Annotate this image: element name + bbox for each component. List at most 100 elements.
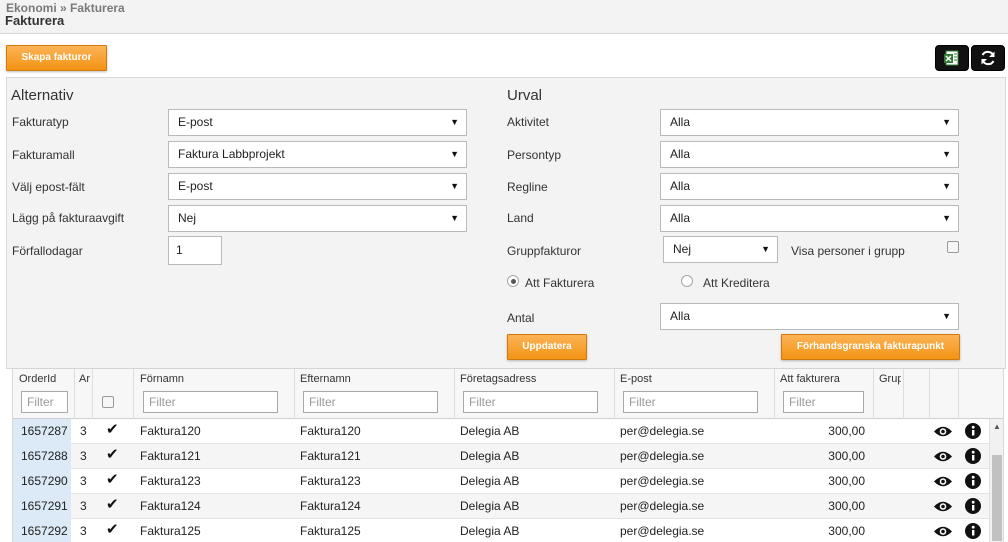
row-checked-icon[interactable]: ✔ — [106, 420, 119, 438]
gruppfakturor-value: Nej — [673, 242, 692, 256]
filter-foretagsadress[interactable]: Filter — [463, 391, 598, 413]
filter-att-fakturera[interactable]: Filter — [783, 391, 864, 413]
col-fornamn[interactable]: Förnamn — [140, 373, 184, 385]
land-select[interactable]: Alla ▼ — [660, 205, 959, 232]
col-grupp[interactable]: Grup — [879, 373, 901, 385]
fakturaavgift-select[interactable]: Nej ▼ — [168, 205, 467, 232]
cell-ar: 3 — [80, 424, 87, 438]
forfallodagar-label: Förfallodagar — [12, 244, 83, 258]
col-epost[interactable]: E-post — [620, 373, 652, 385]
col-divider — [958, 369, 959, 420]
export-excel-button[interactable] — [935, 45, 969, 71]
cell-fornamn: Faktura123 — [140, 474, 201, 488]
antal-select[interactable]: Alla ▼ — [660, 303, 959, 330]
epost-falt-value: E-post — [178, 179, 213, 193]
eye-icon[interactable] — [933, 425, 953, 438]
forfallodagar-input[interactable]: 1 — [168, 236, 222, 265]
select-all-checkbox[interactable] — [102, 396, 114, 408]
eye-icon[interactable] — [933, 475, 953, 488]
dropdown-arrow-icon: ▼ — [942, 117, 951, 127]
cell-foretagsadress: Delegia AB — [460, 424, 520, 438]
cell-ar: 3 — [80, 449, 87, 463]
info-icon[interactable] — [965, 473, 981, 489]
col-divider — [454, 369, 455, 420]
filter-efternamn[interactable]: Filter — [303, 391, 438, 413]
dropdown-arrow-icon: ▼ — [450, 181, 459, 191]
fakturaavgift-label: Lägg på fakturaavgift — [12, 211, 125, 225]
fakturatyp-select[interactable]: E-post ▼ — [168, 109, 467, 136]
col-divider — [133, 369, 134, 420]
regline-select[interactable]: Alla ▼ — [660, 173, 959, 200]
scroll-up-arrow-icon[interactable]: ▲ — [993, 422, 1001, 431]
aktivitet-value: Alla — [670, 115, 691, 129]
cell-efternamn: Faktura124 — [300, 499, 361, 513]
col-divider — [92, 369, 93, 420]
col-divider — [873, 369, 874, 420]
antal-value: Alla — [670, 309, 691, 323]
fakturamall-value: Faktura Labbprojekt — [178, 147, 285, 161]
row-checked-icon[interactable]: ✔ — [106, 495, 119, 513]
col-ar[interactable]: Ar — [79, 373, 90, 385]
cell-orderid: 1657290 — [13, 469, 71, 494]
att-fakturera-radio[interactable] — [507, 275, 519, 287]
cell-ar: 3 — [80, 474, 87, 488]
visa-personer-checkbox[interactable] — [947, 241, 959, 253]
create-invoices-button[interactable]: Skapa fakturor — [6, 45, 107, 71]
cell-efternamn: Faktura123 — [300, 474, 361, 488]
eye-icon[interactable] — [933, 450, 953, 463]
table-row[interactable]: 1657291 3 ✔ Faktura124 Faktura124 Delegi… — [13, 494, 989, 519]
gruppfakturor-select[interactable]: Nej ▼ — [663, 236, 778, 263]
epost-falt-label: Välj epost-fält — [12, 180, 85, 194]
fakturatyp-value: E-post — [178, 115, 213, 129]
eye-icon[interactable] — [933, 500, 953, 513]
urval-title: Urval — [507, 87, 543, 104]
col-orderid[interactable]: OrderId — [19, 373, 56, 385]
persontyp-select[interactable]: Alla ▼ — [660, 141, 959, 168]
cell-efternamn: Faktura121 — [300, 449, 361, 463]
table-row[interactable]: 1657288 3 ✔ Faktura121 Faktura121 Delegi… — [13, 444, 989, 469]
info-icon[interactable] — [965, 423, 981, 439]
cell-epost: per@delegia.se — [620, 524, 705, 538]
filter-epost[interactable]: Filter — [623, 391, 758, 413]
col-foretagsadress[interactable]: Företagsadress — [460, 373, 536, 385]
col-att-fakturera[interactable]: Att fakturera — [780, 373, 840, 385]
info-icon[interactable] — [965, 523, 981, 539]
att-fakturera-label: Att Fakturera — [525, 276, 595, 290]
filter-fornamn[interactable]: Filter — [143, 391, 278, 413]
dropdown-arrow-icon: ▼ — [450, 117, 459, 127]
scrollbar-thumb[interactable] — [992, 455, 1002, 541]
table-row[interactable]: 1657292 3 ✔ Faktura125 Faktura125 Delegi… — [13, 519, 989, 542]
cell-ar: 3 — [80, 499, 87, 513]
grid-scrollbar[interactable]: ▲ — [989, 419, 1003, 542]
att-kreditera-radio[interactable] — [681, 275, 693, 287]
info-icon[interactable] — [965, 498, 981, 514]
cell-fornamn: Faktura125 — [140, 524, 201, 538]
dropdown-arrow-icon: ▼ — [942, 311, 951, 321]
eye-icon[interactable] — [933, 525, 953, 538]
dropdown-arrow-icon: ▼ — [942, 149, 951, 159]
row-checked-icon[interactable]: ✔ — [106, 470, 119, 488]
col-efternamn[interactable]: Efternamn — [300, 373, 351, 385]
row-checked-icon[interactable]: ✔ — [106, 445, 119, 463]
dropdown-arrow-icon: ▼ — [761, 244, 770, 254]
info-icon[interactable] — [965, 448, 981, 464]
refresh-button[interactable] — [971, 45, 1005, 71]
cell-att-fakturera: 300,00 — [828, 524, 865, 538]
grid-header: OrderId Filter Ar Förnamn Filter Efterna… — [13, 368, 1003, 420]
table-row[interactable]: 1657290 3 ✔ Faktura123 Faktura123 Delegi… — [13, 469, 989, 494]
cell-orderid: 1657287 — [13, 419, 71, 444]
preview-invoice-button[interactable]: Förhandsgranska fakturapunkt — [781, 334, 960, 360]
page-title: Fakturera — [5, 13, 65, 28]
update-button[interactable]: Uppdatera — [507, 334, 587, 360]
table-row[interactable]: 1657287 3 ✔ Faktura120 Faktura120 Delegi… — [13, 419, 989, 444]
epost-falt-select[interactable]: E-post ▼ — [168, 173, 467, 200]
row-checked-icon[interactable]: ✔ — [106, 520, 119, 538]
cell-orderid: 1657288 — [13, 444, 71, 469]
cell-foretagsadress: Delegia AB — [460, 449, 520, 463]
cell-fornamn: Faktura124 — [140, 499, 201, 513]
aktivitet-select[interactable]: Alla ▼ — [660, 109, 959, 136]
att-kreditera-label: Att Kreditera — [703, 276, 770, 290]
filter-orderid[interactable]: Filter — [21, 391, 68, 413]
fakturamall-select[interactable]: Faktura Labbprojekt ▼ — [168, 141, 467, 168]
regline-label: Regline — [507, 180, 548, 194]
